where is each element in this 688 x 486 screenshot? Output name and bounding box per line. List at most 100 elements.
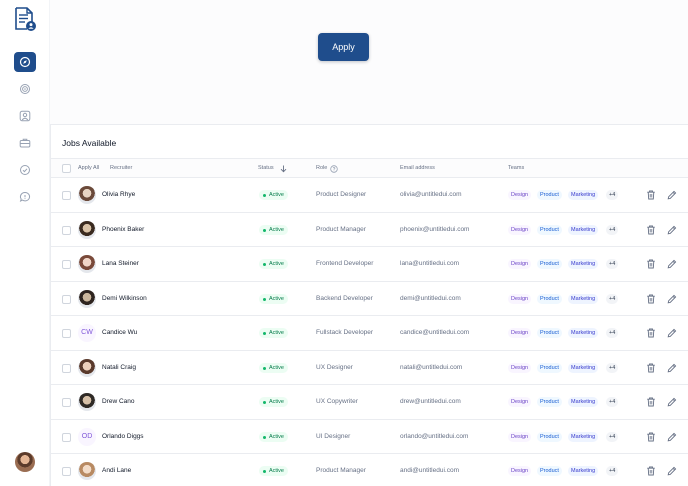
user-avatar[interactable] <box>15 452 35 472</box>
team-tag: Design <box>508 328 532 338</box>
apply-all-header[interactable]: Apply All <box>78 165 99 171</box>
edit-icon[interactable] <box>666 258 678 270</box>
team-more-tag: +4 <box>606 190 619 200</box>
help-circle-icon[interactable] <box>330 165 338 173</box>
team-more-tag: +4 <box>606 224 619 235</box>
table-row[interactable]: Phoenix Baker Active Product Manager pho… <box>51 213 688 247</box>
email-text: phoenix@untitledui.com <box>400 225 470 233</box>
team-tag: Marketing <box>568 431 599 442</box>
edit-icon[interactable] <box>666 396 678 408</box>
trash-icon[interactable] <box>645 327 657 339</box>
email-header: Email address <box>400 165 435 171</box>
trash-icon[interactable] <box>645 258 657 270</box>
table-row[interactable]: Lana Steiner Active Frontend Developer l… <box>51 247 688 282</box>
nav-user[interactable] <box>14 106 36 126</box>
row-checkbox[interactable] <box>62 225 71 235</box>
trash-icon[interactable] <box>645 362 657 374</box>
row-checkbox[interactable] <box>62 363 71 373</box>
table-row[interactable]: OD Orlando Diggs Active UI Designer orla… <box>51 420 688 454</box>
row-checkbox[interactable] <box>62 467 71 476</box>
row-checkbox[interactable] <box>62 329 71 338</box>
team-tag: Design <box>508 466 532 476</box>
nav-check[interactable] <box>14 160 36 180</box>
edit-icon[interactable] <box>666 327 678 339</box>
select-all-checkbox[interactable] <box>62 164 71 173</box>
recruiter-avatar <box>78 462 96 480</box>
check-circle-icon <box>20 165 30 175</box>
recruiter-avatar <box>78 358 96 377</box>
table-row[interactable]: Demi Wilkinson Active Backend Developer … <box>51 282 688 316</box>
nav-messages[interactable] <box>14 187 36 207</box>
recruiter-name: Olivia Rhye <box>102 191 136 198</box>
team-more-tag: +4 <box>606 362 619 373</box>
team-tag: Marketing <box>568 328 599 338</box>
email-text: lana@untitledui.com <box>400 260 459 267</box>
trash-icon[interactable] <box>645 431 657 443</box>
edit-icon[interactable] <box>666 293 678 305</box>
edit-icon[interactable] <box>666 362 678 374</box>
sidebar <box>0 0 50 486</box>
status-badge: Active <box>259 293 288 304</box>
table-row[interactable]: Olivia Rhye Active Product Designer oliv… <box>51 178 688 213</box>
message-icon <box>19 191 31 202</box>
recruiter-avatar <box>78 289 96 308</box>
team-tag: Design <box>508 190 532 200</box>
table-row[interactable]: Natali Craig Active UX Designer natali@u… <box>51 351 688 385</box>
trash-icon[interactable] <box>645 396 657 408</box>
row-checkbox[interactable] <box>62 432 71 442</box>
edit-icon[interactable] <box>666 431 678 443</box>
teams-header: Teams <box>508 165 525 171</box>
nav-briefcase[interactable] <box>14 133 36 153</box>
recruiter-avatar: CW <box>78 324 96 342</box>
nav-target[interactable] <box>14 79 36 99</box>
recruiter-avatar <box>78 255 96 273</box>
role-text: Fullstack Developer <box>316 329 374 336</box>
team-tag: Marketing <box>568 259 599 269</box>
document-user-icon[interactable] <box>13 6 37 32</box>
jobs-title: Jobs Available <box>62 138 117 148</box>
table-row[interactable]: Drew Cano Active UX Copywriter drew@unti… <box>51 385 688 420</box>
role-text: UI Designer <box>316 432 351 440</box>
team-tag: Product <box>537 397 562 407</box>
table-row[interactable]: CW Candice Wu Active Fullstack Developer… <box>51 316 688 351</box>
table-header: Apply All Recruiter Status Role Email ad… <box>51 158 688 178</box>
email-text: drew@untitledui.com <box>400 398 461 405</box>
status-badge: Active <box>259 466 288 476</box>
recruiter-name: Drew Cano <box>102 398 135 405</box>
team-tag: Product <box>537 190 562 200</box>
row-checkbox[interactable] <box>62 294 71 304</box>
user-square-icon <box>19 110 31 122</box>
arrow-down-icon[interactable] <box>280 165 287 173</box>
row-checkbox[interactable] <box>62 191 71 200</box>
row-checkbox[interactable] <box>62 260 71 269</box>
nav-compass[interactable] <box>14 52 36 72</box>
apply-button[interactable]: Apply <box>318 33 369 61</box>
status-badge: Active <box>259 431 288 442</box>
table-row[interactable]: Andi Lane Active Product Manager andi@un… <box>51 454 688 486</box>
trash-icon[interactable] <box>645 224 657 236</box>
recruiter-name: Andi Lane <box>102 467 132 474</box>
recruiter-name: Demi Wilkinson <box>102 294 147 302</box>
edit-icon[interactable] <box>666 189 678 201</box>
status-badge: Active <box>259 259 288 269</box>
recruiter-avatar: OD <box>78 427 96 446</box>
edit-icon[interactable] <box>666 465 678 477</box>
trash-icon[interactable] <box>645 189 657 201</box>
row-checkbox[interactable] <box>62 398 71 407</box>
team-more-tag: +4 <box>606 328 619 338</box>
compass-icon <box>19 56 31 68</box>
email-text: demi@untitledui.com <box>400 294 461 302</box>
role-header: Role <box>316 165 328 171</box>
team-tag: Product <box>537 259 562 269</box>
trash-icon[interactable] <box>645 465 657 477</box>
status-header[interactable]: Status <box>258 165 274 171</box>
trash-icon[interactable] <box>645 293 657 305</box>
edit-icon[interactable] <box>666 224 678 236</box>
recruiter-name: Candice Wu <box>102 329 138 336</box>
team-more-tag: +4 <box>606 293 619 304</box>
role-text: Product Designer <box>316 191 367 198</box>
team-tag: Product <box>537 466 562 476</box>
recruiter-header: Recruiter <box>110 165 133 171</box>
recruiter-name: Phoenix Baker <box>102 225 145 233</box>
email-text: olivia@untitledui.com <box>400 191 462 198</box>
